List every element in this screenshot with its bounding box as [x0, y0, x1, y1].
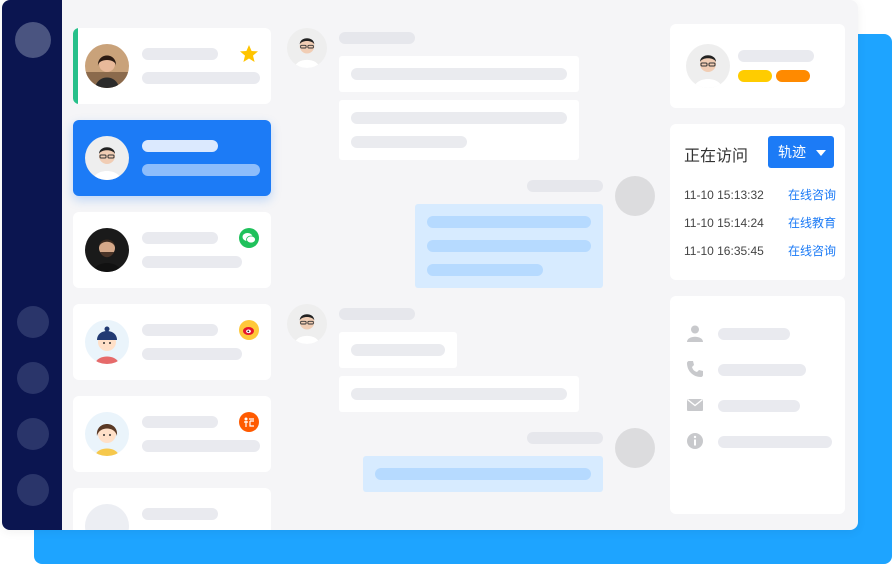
- message-bubble-outgoing: [415, 204, 603, 288]
- tag-orange: [776, 70, 810, 82]
- avatar: [85, 504, 129, 530]
- nav-button-1[interactable]: [17, 306, 49, 338]
- user-icon: [686, 324, 704, 342]
- contact-info-card: [670, 296, 845, 514]
- visit-time: 11-10 15:14:24: [684, 216, 764, 230]
- nav-rail: [2, 0, 62, 530]
- visit-link[interactable]: 在线咨询: [788, 188, 836, 202]
- message-bubble: [339, 376, 579, 412]
- avatar: [85, 136, 129, 180]
- message-bubble-outgoing: [363, 456, 603, 492]
- visit-entry: 11-10 15:14:24 在线教育: [684, 214, 836, 231]
- nav-button-4[interactable]: [17, 474, 49, 506]
- agent-avatar: [615, 176, 655, 216]
- track-dropdown-button[interactable]: 轨迹: [768, 136, 834, 168]
- app-window: 正在访问 轨迹 11-10 15:13:32 在线咨询 11-10 15:14:2…: [2, 0, 858, 530]
- avatar: [85, 44, 129, 88]
- agent-avatar: [615, 428, 655, 468]
- caret-down-icon: [816, 150, 826, 156]
- visit-time: 11-10 16:35:45: [684, 244, 764, 258]
- conversation-item[interactable]: [73, 488, 271, 530]
- profile-avatar: [686, 44, 730, 88]
- taobao-icon: [239, 412, 259, 432]
- message-bubble: [339, 56, 579, 92]
- weibo-icon: [239, 320, 259, 340]
- conversation-item[interactable]: [73, 304, 271, 380]
- visit-entry: 11-10 16:35:45 在线咨询: [684, 242, 836, 259]
- conversation-item[interactable]: [73, 120, 271, 196]
- info-icon: [686, 432, 704, 450]
- visit-link[interactable]: 在线教育: [788, 216, 836, 230]
- avatar: [85, 228, 129, 272]
- avatar: [85, 320, 129, 364]
- avatar: [85, 412, 129, 456]
- mail-icon: [686, 396, 704, 414]
- visit-panel: 正在访问 轨迹 11-10 15:13:32 在线咨询 11-10 15:14:2…: [670, 124, 845, 280]
- contact-avatar: [287, 304, 327, 344]
- user-avatar-button[interactable]: [15, 22, 51, 58]
- tag-yellow: [738, 70, 772, 82]
- wechat-icon: [239, 228, 259, 248]
- track-button-label: 轨迹: [778, 144, 806, 160]
- nav-button-3[interactable]: [17, 418, 49, 450]
- contact-avatar: [287, 28, 327, 68]
- nav-button-2[interactable]: [17, 362, 49, 394]
- visit-title: 正在访问: [684, 148, 749, 165]
- profile-card: [670, 24, 845, 108]
- conversation-item[interactable]: [73, 28, 271, 104]
- visit-link[interactable]: 在线咨询: [788, 244, 836, 258]
- message-bubble: [339, 332, 457, 368]
- phone-icon: [686, 360, 704, 378]
- visit-time: 11-10 15:13:32: [684, 188, 764, 202]
- message-bubble: [339, 100, 579, 160]
- star-icon: [239, 44, 259, 64]
- visit-entry: 11-10 15:13:32 在线咨询: [684, 186, 836, 203]
- selected-marker: [73, 28, 78, 104]
- conversation-item[interactable]: [73, 396, 271, 472]
- conversation-item[interactable]: [73, 212, 271, 288]
